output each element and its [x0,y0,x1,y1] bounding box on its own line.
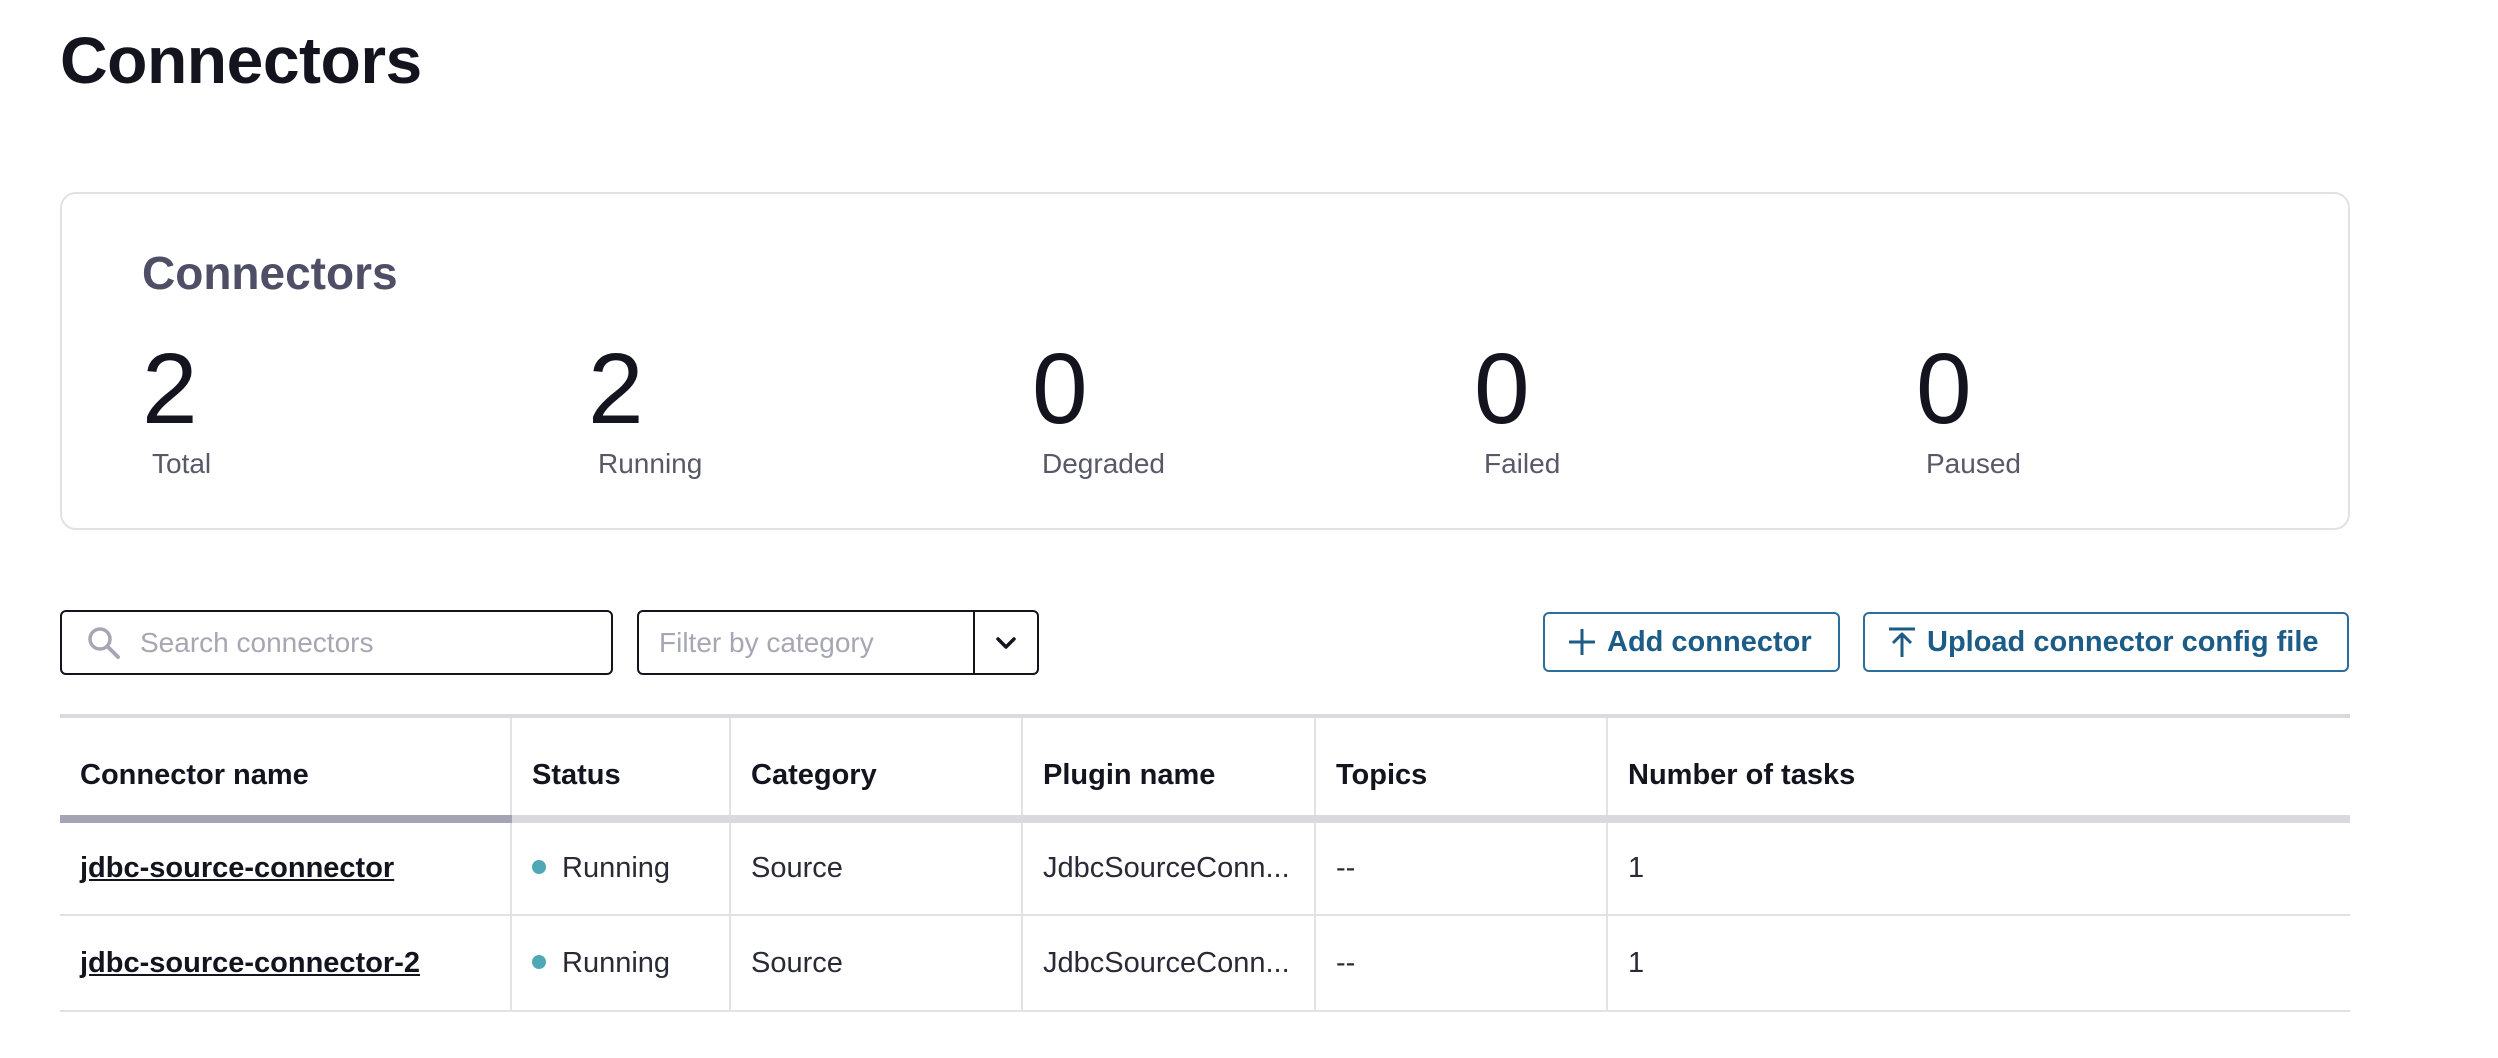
stat-running: 2 Running [588,334,702,480]
stat-paused-label: Paused [1926,448,2021,479]
status-dot-icon [532,860,546,875]
plugin-name-cell: JdbcSourceConn... [1022,819,1316,916]
status-cell: Running [511,819,731,916]
search-icon [82,621,126,665]
summary-title: Connectors [142,247,398,299]
stat-failed: 0 Failed [1474,334,1560,480]
category-filter-select[interactable]: Filter by category [637,610,1039,675]
status-text: Running [562,852,671,884]
connectors-table: Connector name Status Category Plugin na… [60,714,2350,1012]
column-header-number-of-tasks[interactable]: Number of tasks [1607,718,2350,823]
stat-paused-value: 0 [1916,333,1972,445]
connectors-page: Connectors Connectors 2 Total 2 Running … [0,0,2498,1058]
stat-running-value: 2 [588,333,644,445]
add-connector-label: Add connector [1607,625,1812,658]
stat-degraded-value: 0 [1032,333,1088,445]
plus-icon [1567,627,1597,657]
stat-running-label: Running [598,448,703,479]
status-cell: Running [511,915,731,1012]
table-row: jdbc-source-connector-2 Running Source J… [60,915,2350,1012]
page-title: Connectors [60,23,422,97]
upload-icon [1887,626,1917,658]
stat-paused: 0 Paused [1916,334,2021,480]
upload-config-label: Upload connector config file [1927,625,2319,658]
connector-name-link[interactable]: jdbc-source-connector [80,852,394,884]
column-header-connector-name[interactable]: Connector name [60,718,512,823]
connector-name-link[interactable]: jdbc-source-connector-2 [80,947,420,979]
stat-degraded-label: Degraded [1042,448,1165,479]
status-dot-icon [532,954,546,969]
stat-failed-value: 0 [1474,333,1530,445]
stat-degraded: 0 Degraded [1032,334,1165,480]
plugin-name-cell: JdbcSourceConn... [1022,915,1316,1012]
add-connector-button[interactable]: Add connector [1543,612,1840,672]
column-header-category[interactable]: Category [730,718,1023,823]
chevron-down-icon[interactable] [973,612,1037,673]
category-filter-placeholder: Filter by category [659,626,874,658]
stat-total: 2 Total [142,334,211,480]
column-header-topics[interactable]: Topics [1315,718,1608,823]
tasks-cell: 1 [1607,915,2350,1012]
stat-failed-label: Failed [1484,448,1561,479]
connectors-summary-card: Connectors 2 Total 2 Running 0 Degraded … [60,192,2350,530]
stat-total-value: 2 [142,333,198,445]
tasks-cell: 1 [1607,819,2350,916]
stat-total-label: Total [152,448,212,479]
table-header-row: Connector name Status Category Plugin na… [60,718,2350,823]
topics-cell: -- [1315,819,1608,916]
connector-name-cell: jdbc-source-connector [60,819,512,916]
upload-config-button[interactable]: Upload connector config file [1863,612,2349,672]
connector-name-cell: jdbc-source-connector-2 [60,915,512,1012]
search-box[interactable] [60,610,613,675]
search-input[interactable] [138,625,582,660]
column-header-status[interactable]: Status [511,718,731,823]
topics-cell: -- [1315,915,1608,1012]
category-cell: Source [730,915,1023,1012]
column-header-plugin-name[interactable]: Plugin name [1022,718,1316,823]
category-cell: Source [730,819,1023,916]
table-row: jdbc-source-connector Running Source Jdb… [60,819,2350,916]
status-text: Running [562,946,671,979]
